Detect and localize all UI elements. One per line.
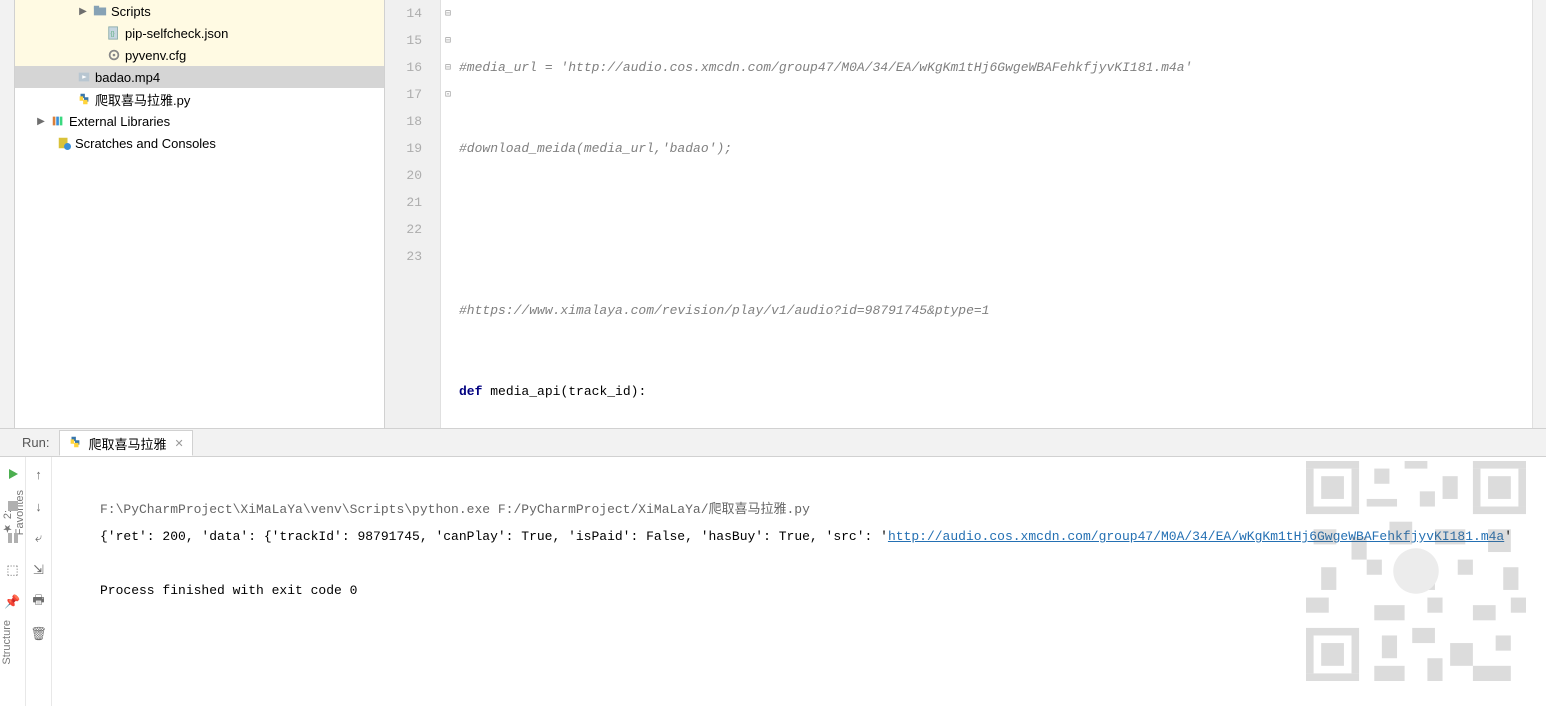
print-button[interactable]: 🖶 — [30, 593, 48, 611]
code-area[interactable]: #media_url = 'http://audio.cos.xmcdn.com… — [455, 0, 1532, 428]
json-file-icon: {} — [105, 25, 123, 41]
chevron-right-icon[interactable]: ▶ — [33, 116, 49, 127]
run-panel: Run: 爬取喜马拉雅 ✕ ⬚ 📌 ↑ ↓ ⤶ — [0, 428, 1546, 706]
left-tool-strip: ★ 2: Favorites Structure — [0, 0, 15, 428]
down-button[interactable]: ↓ — [30, 497, 48, 515]
tree-item-badao[interactable]: badao.mp4 — [15, 66, 384, 88]
project-tree[interactable]: ▶ Scripts {} pip-selfcheck.json pyvenv.c… — [15, 0, 385, 428]
rerun-button[interactable] — [4, 465, 22, 483]
python-file-icon — [68, 435, 82, 452]
tree-label: Scratches and Consoles — [73, 136, 216, 151]
run-tool-column: ⬚ 📌 ↑ ↓ ⤶ ⇲ 🖶 🗑 — [0, 457, 52, 706]
tree-label: pyvenv.cfg — [123, 48, 186, 63]
run-label: Run: — [0, 435, 59, 450]
tree-label: 爬取喜马拉雅.py — [93, 90, 190, 109]
run-tab-label: 爬取喜马拉雅 — [82, 434, 166, 453]
run-tab[interactable]: 爬取喜马拉雅 ✕ — [59, 430, 192, 456]
libraries-icon — [49, 113, 67, 129]
pause-button[interactable] — [4, 529, 22, 547]
qr-watermark — [1306, 461, 1526, 681]
output-exit-line: Process finished with exit code 0 — [100, 583, 357, 598]
tree-item-crawler[interactable]: 爬取喜马拉雅.py — [15, 88, 384, 110]
output-exec-path: F:\PyCharmProject\XiMaLaYa\venv\Scripts\… — [100, 502, 810, 517]
python-file-icon — [75, 91, 93, 107]
tree-item-pip[interactable]: {} pip-selfcheck.json — [15, 22, 384, 44]
editor-scrollbar[interactable] — [1532, 0, 1546, 428]
scroll-button[interactable]: ⇲ — [30, 561, 48, 579]
video-file-icon — [75, 69, 93, 85]
line-gutter: 14151617181920212223 — [385, 0, 441, 428]
tree-label: badao.mp4 — [93, 70, 160, 85]
tree-item-scripts[interactable]: ▶ Scripts — [15, 0, 384, 22]
scratches-icon — [55, 135, 73, 151]
code-editor[interactable]: 14151617181920212223 ⊟⊟⊟⊡ #media_url = '… — [385, 0, 1546, 428]
wrap-button[interactable]: ⤶ — [30, 529, 48, 547]
stop-button[interactable] — [4, 497, 22, 515]
tree-label: External Libraries — [67, 114, 170, 129]
tree-item-pyvenv[interactable]: pyvenv.cfg — [15, 44, 384, 66]
close-icon[interactable]: ✕ — [174, 437, 183, 450]
up-button[interactable]: ↑ — [30, 465, 48, 483]
trash-button[interactable]: 🗑 — [30, 625, 48, 643]
tree-label: Scripts — [109, 4, 151, 19]
tree-item-ext-libs[interactable]: ▶ External Libraries — [15, 110, 384, 132]
svg-text:{}: {} — [111, 31, 115, 38]
cfg-file-icon — [105, 47, 123, 63]
output-json-pre: {'ret': 200, 'data': {'trackId': 9879174… — [100, 529, 888, 544]
folder-icon — [91, 3, 109, 19]
dump-button[interactable]: ⬚ — [4, 561, 22, 579]
pin-button[interactable]: 📌 — [4, 593, 22, 611]
run-panel-header: Run: 爬取喜马拉雅 ✕ — [0, 429, 1546, 457]
tree-item-scratches[interactable]: Scratches and Consoles — [15, 132, 384, 154]
chevron-right-icon[interactable]: ▶ — [75, 6, 91, 17]
tree-label: pip-selfcheck.json — [123, 26, 228, 41]
fold-column[interactable]: ⊟⊟⊟⊡ — [441, 0, 455, 428]
